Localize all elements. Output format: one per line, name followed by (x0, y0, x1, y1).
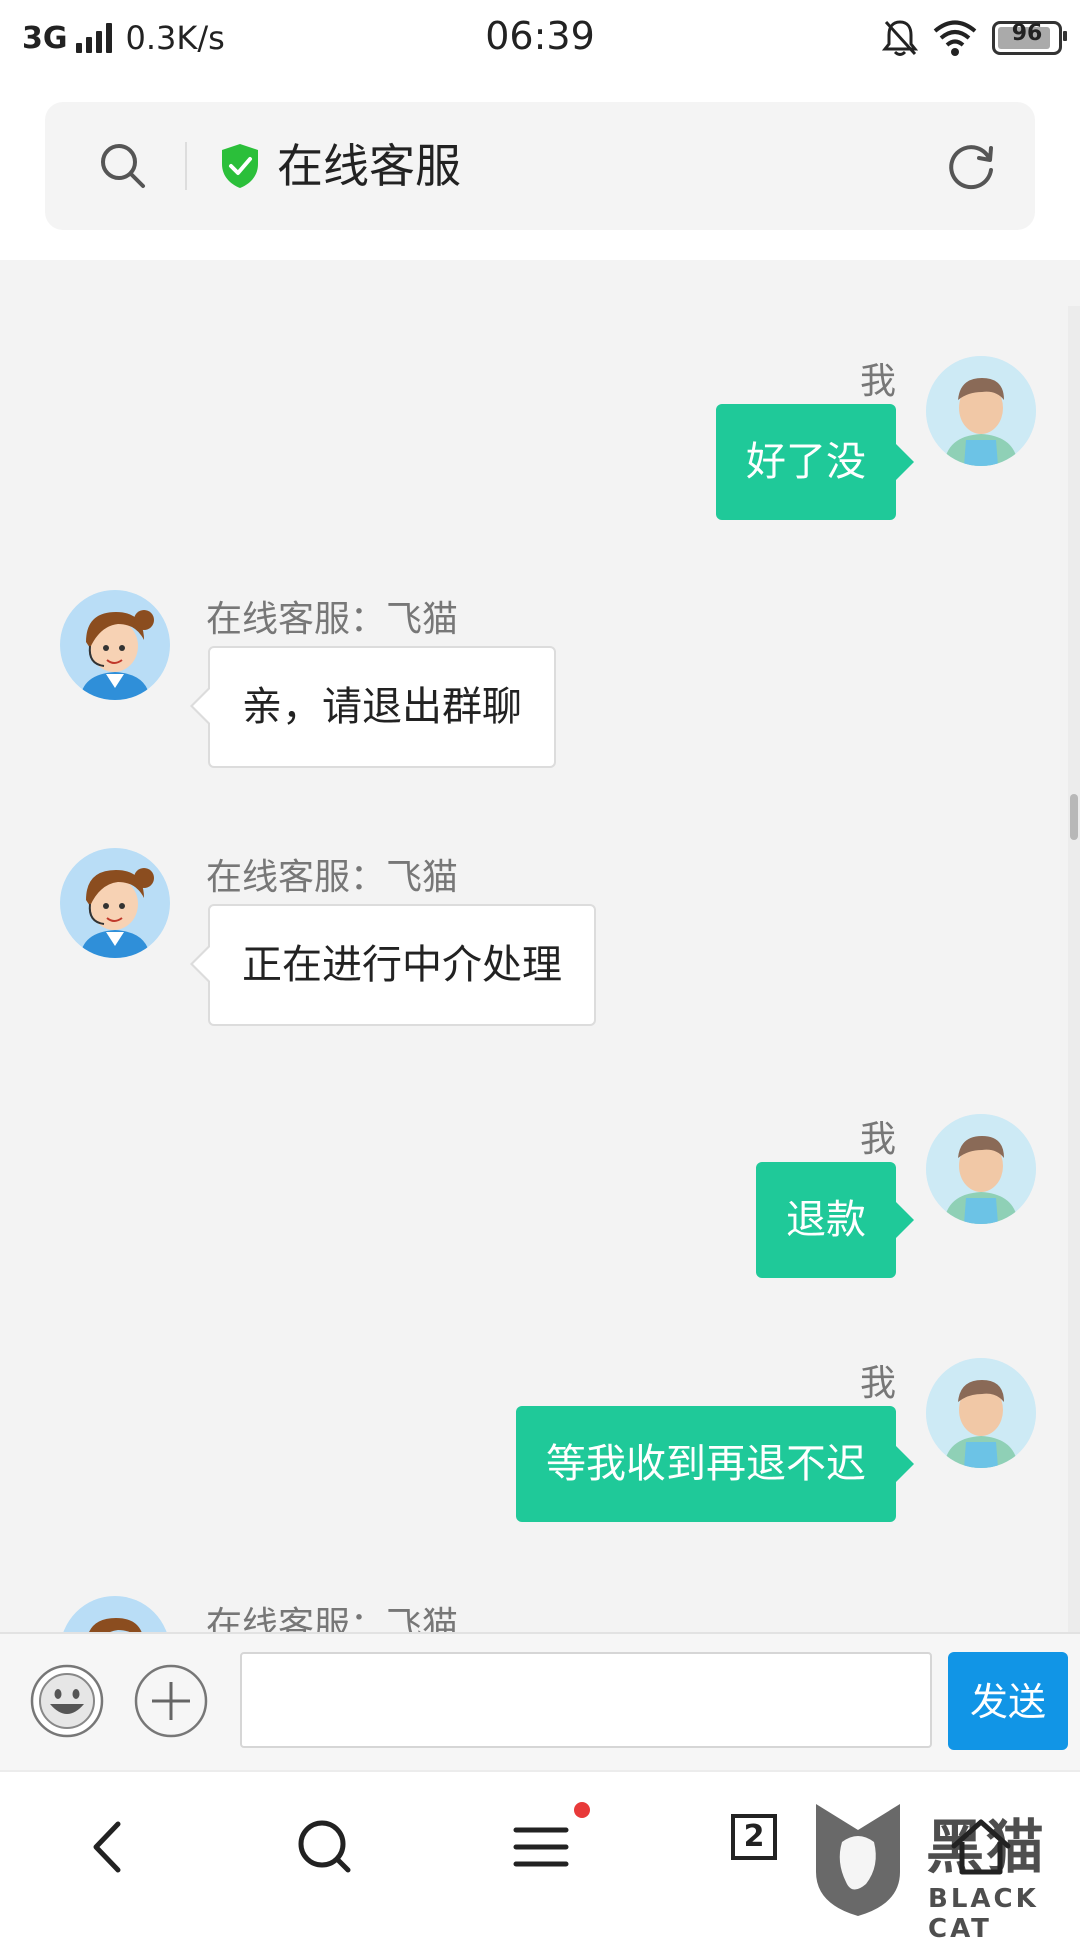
message-me: 我 等我收到再退不迟 (0, 1354, 1080, 1554)
cat-logo-icon (816, 1804, 900, 1916)
sender-name: 我 (859, 361, 896, 402)
message-input[interactable] (240, 1652, 932, 1748)
message-me: 我 退款 (0, 1110, 1080, 1310)
sender-name: 在线客服：飞猫 (206, 599, 459, 640)
sender-name: 在线客服：飞猫 (206, 857, 459, 898)
message-agent: 在线客服：飞猫 正在进行中介处理 (0, 848, 1080, 1048)
watermark-title: 黑猫 (926, 1813, 1047, 1881)
send-button[interactable]: 发送 (948, 1652, 1068, 1750)
sender-name: 在线客服：飞猫 (206, 1605, 459, 1632)
watermark-logo: 黑猫 BLACK CAT (806, 1800, 1080, 1944)
sender-name: 我 (859, 1363, 896, 1404)
header: 在线客服 (0, 78, 1080, 260)
shield-check-icon (222, 144, 258, 188)
status-right: 96 (882, 16, 1067, 60)
sender-name: 我 (859, 1119, 896, 1160)
status-bar: 3G 0.3K/s 06:39 96 (0, 0, 1080, 78)
wifi-icon (933, 20, 977, 56)
message-me: 我 好了没 (0, 260, 1080, 520)
agent-avatar[interactable] (60, 590, 170, 700)
search-icon[interactable] (290, 1812, 360, 1882)
menu-icon[interactable] (506, 1812, 576, 1882)
message-bubble[interactable]: 等我收到再退不迟 (516, 1406, 914, 1522)
message-bubble[interactable]: 好了没 (716, 404, 914, 520)
input-bar: 发送 (0, 1632, 1080, 1772)
user-avatar[interactable] (926, 1358, 1036, 1468)
message-agent: 在线客服：飞猫 (0, 1596, 1080, 1632)
scroll-thumb[interactable] (1070, 794, 1078, 840)
message-bubble[interactable]: 亲，请退出群聊 (190, 646, 556, 768)
divider (185, 142, 187, 190)
user-avatar[interactable] (926, 356, 1036, 466)
battery-level: 96 (1011, 21, 1043, 46)
message-agent: 在线客服：飞猫 亲，请退出群聊 (0, 590, 1080, 790)
message-bubble[interactable]: 退款 (756, 1162, 914, 1278)
page-title: 在线客服 (277, 139, 461, 193)
message-bubble[interactable]: 正在进行中介处理 (190, 904, 596, 1026)
agent-avatar[interactable] (60, 1596, 170, 1632)
refresh-icon[interactable] (943, 138, 999, 194)
address-bar[interactable]: 在线客服 (45, 102, 1035, 230)
battery-icon: 96 (992, 21, 1067, 55)
search-icon[interactable] (97, 140, 149, 192)
scrollbar[interactable] (1068, 306, 1080, 1632)
agent-avatar[interactable] (60, 848, 170, 958)
notification-dot (574, 1802, 590, 1818)
back-icon[interactable] (74, 1812, 144, 1882)
plus-icon[interactable] (134, 1664, 208, 1738)
user-avatar[interactable] (926, 1114, 1036, 1224)
emoji-icon[interactable] (30, 1664, 104, 1738)
bell-muted-icon (882, 20, 918, 56)
tabs-icon[interactable]: 2 (731, 1814, 777, 1860)
chat-area[interactable]: 我 好了没 在线客服：飞猫 亲，请退出群聊 在线客服：飞猫 正在进行中介处理 我… (0, 260, 1080, 1632)
watermark-subtitle: BLACK CAT (928, 1884, 1039, 1944)
